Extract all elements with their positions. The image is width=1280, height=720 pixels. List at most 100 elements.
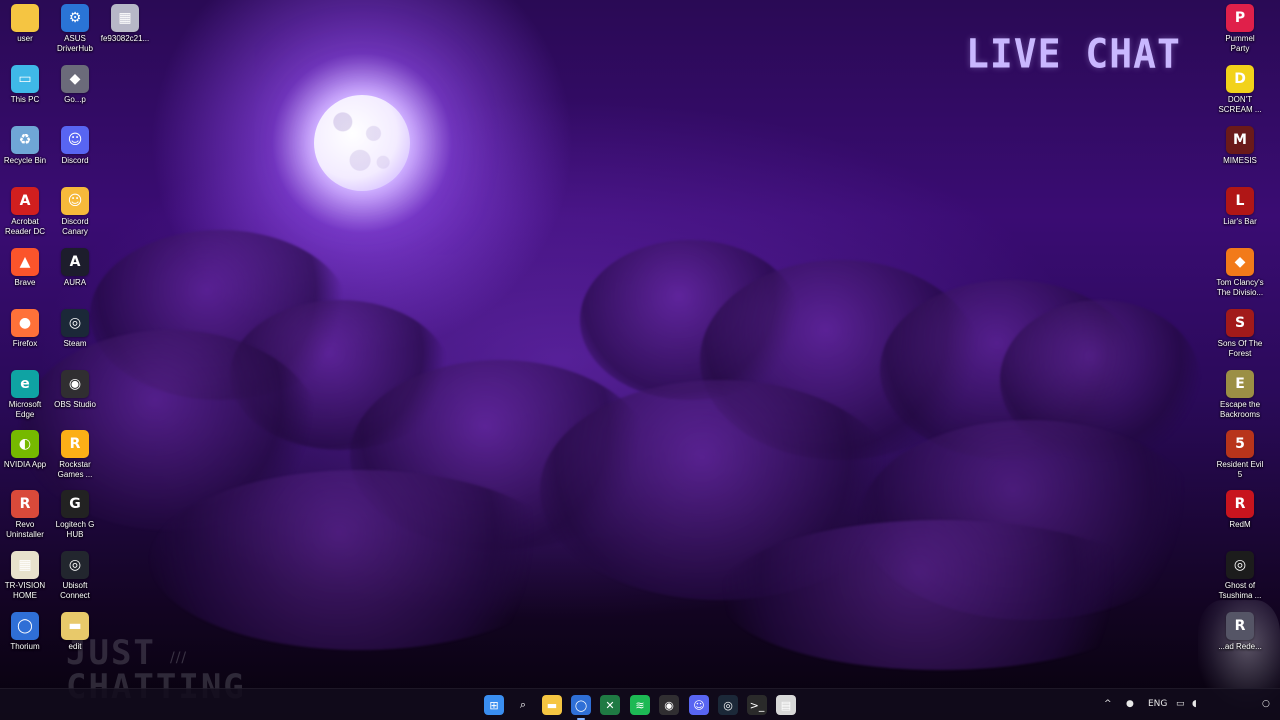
dont-scream-icon: D bbox=[1226, 65, 1254, 93]
desktop-icon-left-11[interactable]: ● Firefox bbox=[0, 309, 50, 349]
desktop-icon-left-7[interactable]: A Acrobat Reader DC bbox=[0, 187, 50, 237]
desktop-icon-right-1[interactable]: D DON'T SCREAM ... bbox=[1215, 65, 1265, 115]
desktop-icon-label: AURA bbox=[63, 278, 87, 287]
microphone-icon[interactable]: ● bbox=[1126, 699, 1134, 709]
folder-icon bbox=[11, 4, 39, 32]
desktop-icon-left-2[interactable]: ▦ fe93082c21... bbox=[100, 4, 150, 44]
discord-canary-icon: ☺ bbox=[61, 187, 89, 215]
desktop-icon-left-0[interactable]: user bbox=[0, 4, 50, 44]
desktop-icon-label: Steam bbox=[63, 339, 87, 348]
desktop-icon-label: ASUS DriverHub bbox=[56, 34, 93, 53]
desktop-icon-label: Brave bbox=[14, 278, 36, 287]
desktop-icon-label: Revo Uninstaller bbox=[6, 520, 44, 539]
notification-icon[interactable]: ○ bbox=[1262, 699, 1270, 709]
mimesis-icon: M bbox=[1226, 126, 1254, 154]
desktop-icon-label: NVIDIA App bbox=[3, 460, 47, 469]
desktop-icon-label: Liar's Bar bbox=[1223, 217, 1257, 226]
brave-icon: ▲ bbox=[11, 248, 39, 276]
nvidia-icon: ◐ bbox=[11, 430, 39, 458]
monitor-icon: ▭ bbox=[11, 65, 39, 93]
desktop-icon-label: Microsoft Edge bbox=[8, 400, 42, 419]
gear-icon: ⚙ bbox=[61, 4, 89, 32]
language-indicator[interactable]: ENG bbox=[1148, 699, 1167, 709]
thorium-icon[interactable]: ◯ bbox=[571, 695, 591, 720]
desktop-icon-label: Discord bbox=[61, 156, 89, 165]
desktop-icon-right-5[interactable]: S Sons Of The Forest bbox=[1215, 309, 1265, 359]
search-icon[interactable]: ⌕ bbox=[513, 695, 533, 715]
desktop-icon-label: user bbox=[17, 34, 33, 43]
obs-icon: ◉ bbox=[61, 370, 89, 398]
desktop-icon-right-9[interactable]: ◎ Ghost of Tsushima ... bbox=[1215, 551, 1265, 601]
desktop-icon-left-21[interactable]: ◯ Thorium bbox=[0, 612, 50, 652]
tray-chevron-icon[interactable]: ^ bbox=[1104, 699, 1112, 709]
app-icon: ◆ bbox=[61, 65, 89, 93]
desktop-icon-left-22[interactable]: ▬ edit bbox=[50, 612, 100, 652]
desktop-icon-left-18[interactable]: G Logitech G HUB bbox=[50, 490, 100, 540]
liars-bar-icon: L bbox=[1226, 187, 1254, 215]
desktop-icon-label: DON'T SCREAM ... bbox=[1218, 95, 1262, 114]
desktop-icon-left-20[interactable]: ◎ Ubisoft Connect bbox=[50, 551, 100, 601]
redm-icon: R bbox=[1226, 490, 1254, 518]
desktop-icon-label: Logitech G HUB bbox=[55, 520, 95, 539]
desktop-icon-left-1[interactable]: ⚙ ASUS DriverHub bbox=[50, 4, 100, 54]
rockstar-icon: R bbox=[61, 430, 89, 458]
acrobat-icon: A bbox=[11, 187, 39, 215]
desktop-icon-right-3[interactable]: L Liar's Bar bbox=[1215, 187, 1265, 227]
steam-icon: ◎ bbox=[61, 309, 89, 337]
red-dead-icon: R bbox=[1226, 612, 1254, 640]
revo-icon: R bbox=[11, 490, 39, 518]
desktop-icon-label: Pummel Party bbox=[1225, 34, 1255, 53]
spotify-icon[interactable]: ≋ bbox=[630, 695, 650, 715]
obs-icon[interactable]: ◉ bbox=[659, 695, 679, 715]
edit-file-icon: ▬ bbox=[61, 612, 89, 640]
desktop-icon-left-6[interactable]: ☺ Discord bbox=[50, 126, 100, 166]
desktop-icon-left-5[interactable]: ♻ Recycle Bin bbox=[0, 126, 50, 166]
desktop-icon-label: This PC bbox=[10, 95, 40, 104]
desktop-icon-right-10[interactable]: R ...ad Rede... bbox=[1215, 612, 1265, 652]
steam-icon[interactable]: ◎ bbox=[718, 695, 738, 715]
desktop-icon-left-17[interactable]: R Revo Uninstaller bbox=[0, 490, 50, 540]
desktop-icon-right-8[interactable]: R RedM bbox=[1215, 490, 1265, 530]
desktop-icon-left-3[interactable]: ▭ This PC bbox=[0, 65, 50, 105]
desktop-icon-left-4[interactable]: ◆ Go...p bbox=[50, 65, 100, 105]
desktop-icon-label: Escape the Backrooms bbox=[1219, 400, 1261, 419]
start-button[interactable]: ⊞ bbox=[484, 695, 504, 715]
firefox-icon: ● bbox=[11, 309, 39, 337]
desktop-icon-right-6[interactable]: E Escape the Backrooms bbox=[1215, 370, 1265, 420]
excel-icon[interactable]: ✕ bbox=[600, 695, 620, 715]
sons-forest-icon: S bbox=[1226, 309, 1254, 337]
discord-icon[interactable]: ☺ bbox=[689, 695, 709, 715]
ghost-tsushima-icon: ◎ bbox=[1226, 551, 1254, 579]
desktop-icon-left-9[interactable]: ▲ Brave bbox=[0, 248, 50, 288]
desktop-icon-right-0[interactable]: P Pummel Party bbox=[1215, 4, 1265, 54]
network-icon[interactable]: ▭ bbox=[1176, 699, 1185, 709]
desktop-icon-label: RedM bbox=[1229, 520, 1251, 529]
desktop-icon-left-13[interactable]: e Microsoft Edge bbox=[0, 370, 50, 420]
desktop-icon-left-12[interactable]: ◎ Steam bbox=[50, 309, 100, 349]
edge-icon: e bbox=[11, 370, 39, 398]
division-icon: ◆ bbox=[1226, 248, 1254, 276]
desktop-icon-label: ...ad Rede... bbox=[1218, 642, 1262, 651]
desktop-icon-right-2[interactable]: M MIMESIS bbox=[1215, 126, 1265, 166]
desktop-icon-right-7[interactable]: 5 Resident Evil 5 bbox=[1215, 430, 1265, 480]
desktop-icon-left-15[interactable]: ◐ NVIDIA App bbox=[0, 430, 50, 470]
notepad-icon[interactable]: ▤ bbox=[776, 695, 796, 715]
pummel-party-icon: P bbox=[1226, 4, 1254, 32]
desktop-icon-label: TR-VISION HOME bbox=[4, 581, 46, 600]
volume-icon[interactable]: ◖ bbox=[1192, 699, 1197, 709]
file-explorer-icon[interactable]: ▬ bbox=[542, 695, 562, 715]
desktop-icon-left-10[interactable]: A AURA bbox=[50, 248, 100, 288]
desktop-icon-left-16[interactable]: R Rockstar Games ... bbox=[50, 430, 100, 480]
desktop-icon-left-19[interactable]: ▦ TR-VISION HOME bbox=[0, 551, 50, 601]
resident-evil-icon: 5 bbox=[1226, 430, 1254, 458]
recycle-bin-icon: ♻ bbox=[11, 126, 39, 154]
live-chat-overlay: LIVE CHAT bbox=[966, 30, 1181, 78]
desktop-icon-label: Recycle Bin bbox=[3, 156, 47, 165]
desktop-icon-right-4[interactable]: ◆ Tom Clancy's The Divisio... bbox=[1215, 248, 1265, 298]
desktop-icon-left-14[interactable]: ◉ OBS Studio bbox=[50, 370, 100, 410]
ubisoft-icon: ◎ bbox=[61, 551, 89, 579]
taskbar: ⊞ ⌕ ▬ ◯ ✕ ≋ ◉ ☺ ◎ >_ ▤ ^ ● ENG ▭ ◖ ○ bbox=[0, 688, 1280, 720]
desktop-icon-left-8[interactable]: ☺ Discord Canary bbox=[50, 187, 100, 237]
desktop-icon-label: edit bbox=[68, 642, 82, 651]
terminal-icon[interactable]: >_ bbox=[747, 695, 767, 715]
